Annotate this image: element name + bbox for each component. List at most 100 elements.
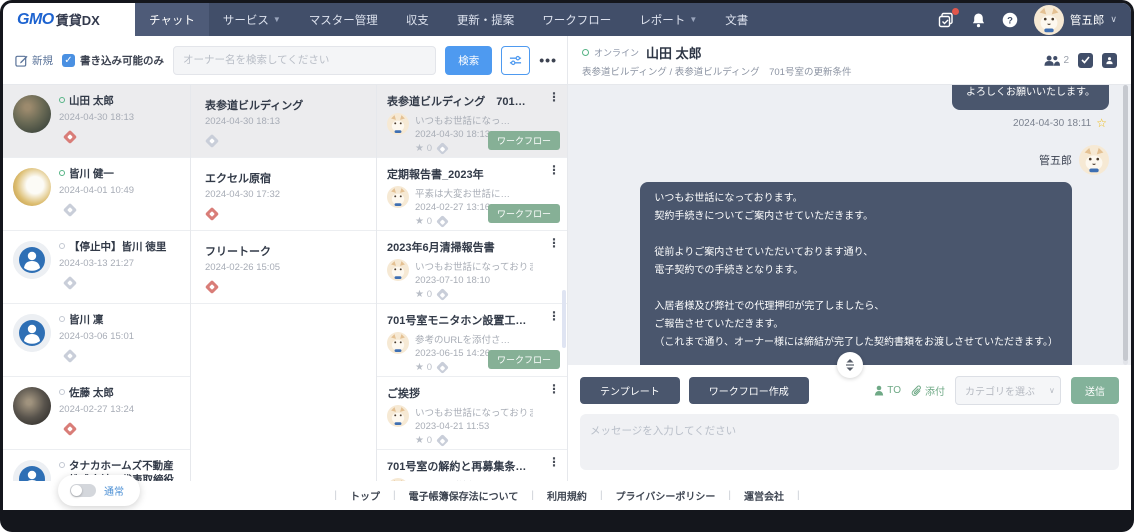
star-count[interactable]: ★ 0 xyxy=(415,216,432,227)
nav-item-document[interactable]: 文書 xyxy=(711,3,762,36)
template-button[interactable]: テンプレート xyxy=(580,377,680,404)
search-button[interactable]: 検索 xyxy=(445,45,493,75)
help-icon[interactable]: ? xyxy=(1002,11,1019,28)
nav-items: チャット サービス ▼ マスター管理 収支 更新・提案 ワークフロー レポート ▼ … xyxy=(135,3,762,36)
footer: 通常 | トップ | 電子帳簿保存法について | 利用規約 | プライバシーポリ… xyxy=(3,475,1131,510)
create-workflow-button[interactable]: ワークフロー作成 xyxy=(688,377,809,404)
message-input[interactable] xyxy=(580,414,1119,470)
alert-badge-icon xyxy=(62,421,78,436)
nav-item-balance[interactable]: 収支 xyxy=(392,3,443,36)
building-row[interactable]: フリートーク 2024-02-26 15:05 xyxy=(191,231,376,304)
notification-badge xyxy=(951,8,959,15)
contact-card-button[interactable] xyxy=(1102,52,1117,68)
resize-handle[interactable] xyxy=(836,352,863,378)
chevron-down-icon: ▼ xyxy=(272,15,281,24)
footer-link-top[interactable]: トップ xyxy=(337,488,393,503)
user-name: 管五郎 xyxy=(1069,14,1105,27)
scrollbar-thumb[interactable] xyxy=(562,290,566,348)
kebab-menu-icon[interactable]: ⋮ xyxy=(548,383,560,395)
kebab-menu-icon[interactable]: ⋮ xyxy=(548,91,560,103)
topic-row[interactable]: 定期報告書_2023年 ⋮ 平素は大変お世話に… 2024-02-27 13:1… xyxy=(377,158,567,231)
workflow-badge[interactable]: ワークフロー xyxy=(487,204,560,223)
footer-link-terms[interactable]: 利用規約 xyxy=(534,488,600,503)
contact-row[interactable]: 皆川 健一 2024-04-01 10:49 xyxy=(3,158,190,231)
top-nav: GMO 賃貸DX チャット サービス ▼ マスター管理 収支 更新・提案 ワークフ… xyxy=(3,3,1131,36)
owner-search-input[interactable] xyxy=(173,45,437,75)
footer-link-ebooks-law[interactable]: 電子帳簿保存法について xyxy=(396,488,532,503)
online-status-icon xyxy=(582,48,589,56)
mascot-avatar xyxy=(387,113,409,135)
online-status-icon xyxy=(59,97,65,103)
app-logo[interactable]: GMO 賃貸DX xyxy=(3,3,135,36)
kebab-menu-icon[interactable]: ⋮ xyxy=(548,164,560,176)
mascot-avatar xyxy=(387,259,409,281)
task-check-button[interactable] xyxy=(1078,52,1093,68)
nav-item-master[interactable]: マスター管理 xyxy=(295,3,392,36)
topic-row[interactable]: ご挨拶 ⋮ いつもお世話になっております。 2023-04-21 11:53 ★… xyxy=(377,377,567,450)
mascot-avatar xyxy=(387,332,409,354)
topic-row[interactable]: 701号室の解約と再募集条… ⋮ いつもお世話になっ… xyxy=(377,450,567,481)
star-count[interactable]: ★ 0 xyxy=(415,362,432,373)
building-row[interactable]: エクセル原宿 2024-04-30 17:32 xyxy=(191,158,376,231)
last-message-time: 2024-04-30 18:13 xyxy=(205,116,281,127)
topic-row[interactable]: 701号室モニタホン設置工… ⋮ 参考のURLを添付さ… 2023-06-15 … xyxy=(377,304,567,377)
star-count[interactable]: ★ 0 xyxy=(415,289,432,300)
star-icon[interactable]: ☆ xyxy=(1096,117,1107,129)
contact-row[interactable]: 【停止中】皆川 徳里 2024-03-13 21:27 xyxy=(3,231,190,304)
compose-toolbar: テンプレート ワークフロー作成 TO 添付 カテゴリを選ぶ ∨ 送信 xyxy=(568,376,1131,405)
nav-item-renewal[interactable]: 更新・提案 xyxy=(443,3,529,36)
building-row[interactable]: 表参道ビルディング 2024-04-30 18:13 xyxy=(191,85,376,158)
last-message-time: 2023-07-10 18:10 xyxy=(415,275,491,286)
last-message-time: 2024-03-13 21:27 xyxy=(59,257,135,269)
chevron-down-icon: ∨ xyxy=(1110,14,1117,24)
nav-right: ? 管五郎 ∨ xyxy=(938,3,1131,36)
alert-badge-icon xyxy=(436,215,449,228)
bell-icon[interactable] xyxy=(970,11,987,28)
kebab-menu-icon[interactable]: ⋮ xyxy=(548,456,560,468)
category-select[interactable]: カテゴリを選ぶ ∨ xyxy=(955,376,1061,405)
contact-row[interactable]: 皆川 凜 2024-03-06 15:01 xyxy=(3,304,190,377)
compose-icon xyxy=(15,55,28,67)
star-count[interactable]: ★ 0 xyxy=(415,143,432,154)
online-status-label: オンライン xyxy=(594,47,640,58)
scrollbar-thumb[interactable] xyxy=(1123,85,1128,361)
offline-status-icon xyxy=(59,462,65,468)
to-button[interactable]: TO xyxy=(874,385,901,396)
contact-row[interactable]: 山田 太郎 2024-04-30 18:13 xyxy=(3,85,190,158)
attach-button[interactable]: 添付 xyxy=(911,383,945,398)
tasks-icon[interactable] xyxy=(938,8,959,28)
footer-link-company[interactable]: 運営会社 xyxy=(731,488,797,503)
mascot-avatar xyxy=(387,186,409,208)
member-count: 2 xyxy=(1063,54,1069,66)
nav-item-workflow[interactable]: ワークフロー xyxy=(528,3,625,36)
user-menu[interactable]: 管五郎 ∨ xyxy=(1033,4,1117,35)
workflow-badge[interactable]: ワークフロー xyxy=(487,350,560,369)
workflow-badge[interactable]: ワークフロー xyxy=(487,131,560,150)
split-arrows-icon xyxy=(845,359,854,371)
nav-item-chat[interactable]: チャット xyxy=(135,3,209,36)
star-count[interactable]: ★ 0 xyxy=(415,435,432,446)
topic-row[interactable]: 2023年6月清掃報告書 ⋮ いつもお世話になっております… 2023-07-1… xyxy=(377,231,567,304)
compose-area: テンプレート ワークフロー作成 TO 添付 カテゴリを選ぶ ∨ 送信 メッセージ… xyxy=(568,352,1131,481)
avatar xyxy=(13,460,51,481)
writable-only-checkbox[interactable]: ✓ 書き込み可能のみ xyxy=(62,53,164,68)
buildings-list: 表参道ビルディング 2024-04-30 18:13 エクセル原宿 2024-0… xyxy=(191,85,377,481)
kebab-menu-icon[interactable]: ⋮ xyxy=(548,310,560,322)
send-button[interactable]: 送信 xyxy=(1071,377,1119,404)
last-message-time: 2023-04-21 11:53 xyxy=(415,421,490,432)
mode-switch[interactable] xyxy=(70,484,96,497)
more-options-button[interactable]: ••• xyxy=(539,52,557,68)
mascot-avatar xyxy=(1079,145,1109,175)
kebab-menu-icon[interactable]: ⋮ xyxy=(548,237,560,249)
topic-row[interactable]: 表参道ビルディング 701… ⋮ いつもお世話になっ… 2024-04-30 1… xyxy=(377,85,567,158)
alert-badge-icon xyxy=(204,206,220,222)
footer-link-privacy[interactable]: プライバシーポリシー xyxy=(603,488,729,503)
new-chat-button[interactable]: 新規 xyxy=(15,53,53,68)
offline-status-icon xyxy=(59,316,65,322)
contact-row[interactable]: 佐藤 太郎 2024-02-27 13:24 xyxy=(3,377,190,450)
nav-item-service[interactable]: サービス ▼ xyxy=(209,3,295,36)
members-button[interactable]: 2 xyxy=(1043,54,1069,67)
topic-preview: 平素は大変お世話に… xyxy=(415,189,511,200)
filter-button[interactable] xyxy=(501,45,531,75)
nav-item-report[interactable]: レポート ▼ xyxy=(625,3,711,36)
